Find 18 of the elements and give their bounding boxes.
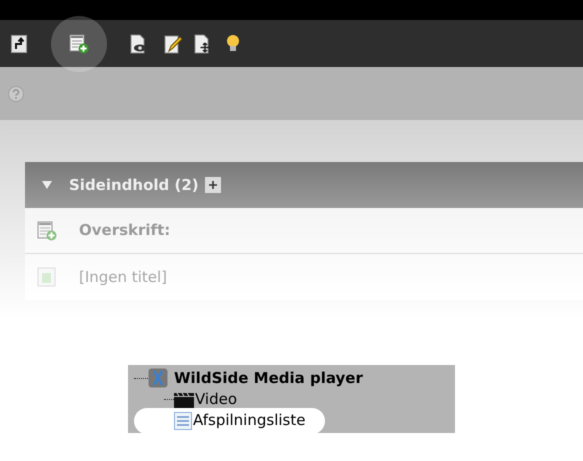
toolbar-button[interactable] [8, 32, 30, 54]
toolbar-button[interactable] [162, 32, 184, 54]
lightbulb-icon [225, 34, 241, 54]
clapperboard-icon [174, 392, 194, 408]
record-title: [Ingen titel] [79, 266, 167, 288]
heading-label: Overskrift: [79, 220, 170, 242]
list-icon [174, 412, 192, 430]
add-icon[interactable] [204, 177, 221, 193]
highlighted-tree-item[interactable]: Afspilningsliste [134, 408, 326, 434]
table-plus-icon [37, 220, 57, 240]
page-pencil-icon [164, 34, 182, 54]
page-icon [37, 267, 57, 287]
figure-icon [148, 368, 168, 388]
section-title: Sideindhold (2) [69, 174, 199, 196]
table-plus-icon [69, 34, 89, 54]
collapse-triangle-icon[interactable] [41, 180, 53, 190]
page-arrows-icon [194, 34, 212, 54]
tree-node-label[interactable]: WildSide Media player [174, 366, 363, 390]
